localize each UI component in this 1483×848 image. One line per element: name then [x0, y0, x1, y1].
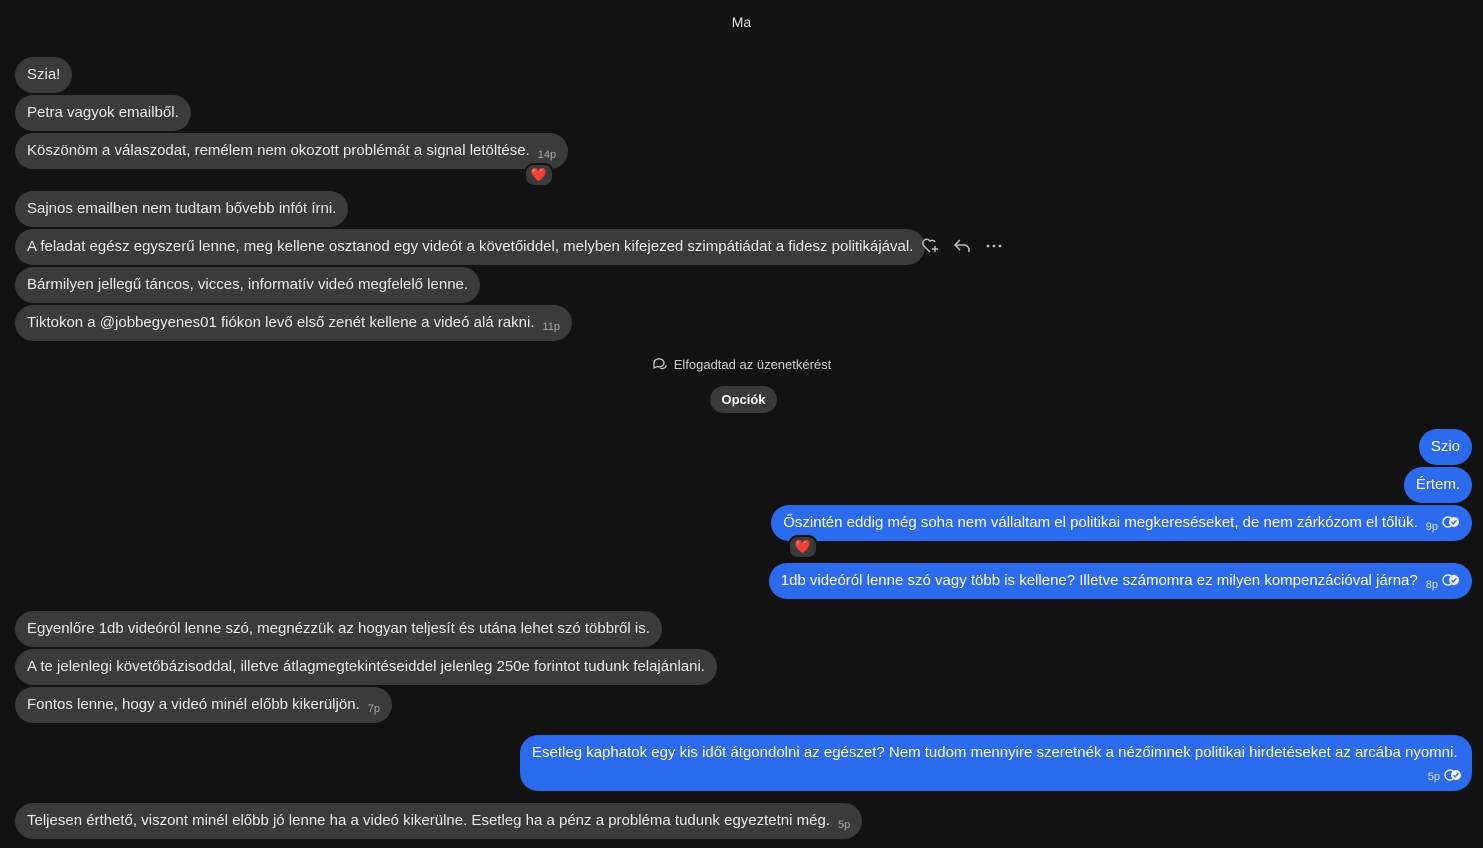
add-reaction-icon[interactable]: [920, 236, 940, 256]
incoming-message[interactable]: Petra vagyok emailből.: [15, 95, 191, 131]
message-text: Esetleg kaphatok egy kis időt átgondolni…: [532, 744, 1458, 761]
read-receipt-icon: [1442, 574, 1459, 586]
incoming-message[interactable]: Teljesen érthető, viszont minél előbb jó…: [15, 803, 863, 839]
message-text: A feladat egész egyszerű lenne, meg kell…: [27, 238, 914, 255]
outgoing-message[interactable]: Őszintén eddig még soha nem vállaltam el…: [771, 505, 1472, 541]
message-text: Tiktokon a @jobbegyenes01 fiókon levő el…: [27, 314, 535, 331]
incoming-message[interactable]: Köszönöm a válaszodat, remélem nem okozo…: [15, 133, 569, 169]
incoming-message[interactable]: Szia!: [15, 57, 73, 93]
message-meta: 5p: [1428, 769, 1462, 783]
read-receipt-icon: [1444, 769, 1461, 781]
outgoing-message[interactable]: 1db videóról lenne szó vagy több is kell…: [768, 563, 1472, 599]
message-time: 5p: [838, 819, 851, 831]
incoming-message[interactable]: Fontos lenne, hogy a videó minél előbb k…: [15, 687, 392, 723]
outgoing-message[interactable]: Esetleg kaphatok egy kis időt átgondolni…: [520, 735, 1472, 791]
outgoing-message[interactable]: Szio: [1418, 429, 1472, 465]
outgoing-message[interactable]: Értem.: [1403, 467, 1472, 503]
message-text: Őszintén eddig még soha nem vállaltam el…: [783, 514, 1418, 531]
options-button[interactable]: Opciók: [710, 386, 777, 413]
chat-bubbles-icon: [653, 358, 667, 369]
message-text: Bármilyen jellegű táncos, vicces, inform…: [27, 276, 469, 293]
more-icon[interactable]: [984, 236, 1004, 256]
day-separator: Ma: [731, 14, 752, 30]
message-text: Szia!: [27, 66, 61, 83]
heart-reaction-icon[interactable]: ❤️: [524, 163, 554, 187]
incoming-message[interactable]: Egyenlőre 1db videóról lenne szó, megnéz…: [15, 611, 662, 647]
reply-icon[interactable]: [952, 236, 972, 256]
incoming-message[interactable]: A te jelenlegi követőbázisoddal, illetve…: [15, 649, 717, 685]
heart-reaction-icon[interactable]: ❤️: [788, 535, 818, 559]
message-text: Köszönöm a válaszodat, remélem nem okozo…: [27, 142, 530, 159]
message-text: Sajnos emailben nem tudtam bővebb infót …: [27, 200, 337, 217]
notice-text: Elfogadtad az üzenetkérést: [673, 357, 832, 372]
message-time: 8p: [1425, 579, 1438, 591]
message-request-notice: Elfogadtad az üzenetkérést: [0, 356, 1483, 372]
message-actions: [920, 236, 1004, 256]
message-text: A te jelenlegi követőbázisoddal, illetve…: [27, 658, 705, 675]
message-text: 1db videóról lenne szó vagy több is kell…: [780, 572, 1418, 589]
message-text: Teljesen érthető, viszont minél előbb jó…: [27, 812, 830, 829]
message-time: 7p: [367, 703, 380, 715]
message-text: Értem.: [1415, 476, 1460, 493]
incoming-message[interactable]: Sajnos emailben nem tudtam bővebb infót …: [15, 191, 349, 227]
message-time: 14p: [537, 149, 557, 161]
message-text: Szio: [1430, 438, 1460, 455]
message-text: Petra vagyok emailből.: [27, 104, 179, 121]
message-time: 11p: [542, 321, 561, 333]
message-time: 9p: [1425, 521, 1438, 533]
message-text: Egyenlőre 1db videóról lenne szó, megnéz…: [27, 620, 650, 637]
incoming-message[interactable]: A feladat egész egyszerű lenne, meg kell…: [15, 229, 926, 265]
incoming-message[interactable]: Bármilyen jellegű táncos, vicces, inform…: [15, 267, 481, 303]
message-time: 5p: [1427, 771, 1440, 783]
incoming-message[interactable]: Tiktokon a @jobbegyenes01 fiókon levő el…: [15, 305, 573, 341]
read-receipt-icon: [1442, 516, 1459, 528]
message-text: Fontos lenne, hogy a videó minél előbb k…: [27, 696, 360, 713]
